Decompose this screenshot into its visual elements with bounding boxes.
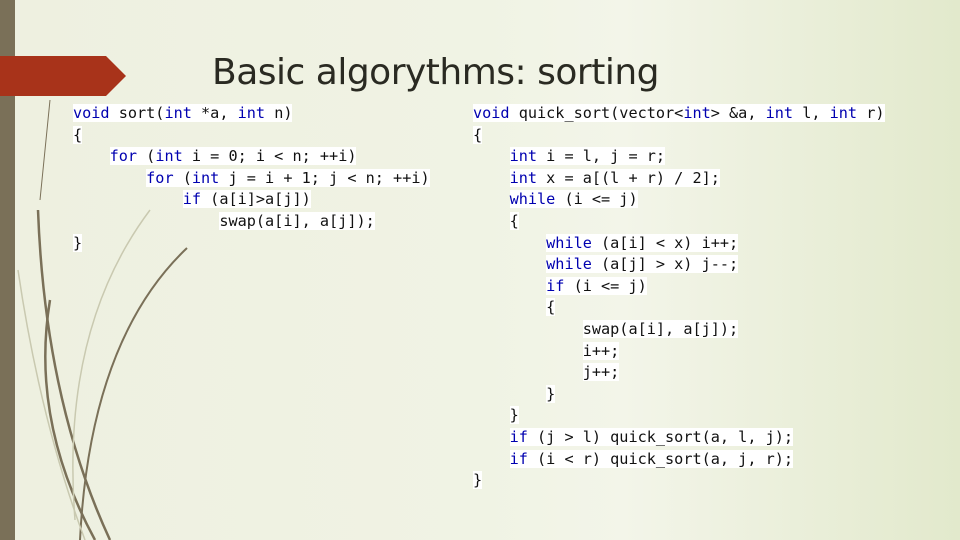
code-line: if (a[i]>a[j]) xyxy=(182,190,311,209)
code-line: void sort(int *a, int n) xyxy=(73,104,293,122)
code-line: while (a[j] > x) j--; xyxy=(546,255,739,274)
code-line: for (int j = i + 1; j < n; ++i) xyxy=(146,168,430,187)
code-line: { xyxy=(473,125,483,144)
code-line: { xyxy=(509,211,519,230)
code-line: i++; xyxy=(582,341,620,360)
quick-sort-code-block: void quick_sort(vector<int> &a, int l, i… xyxy=(473,103,885,492)
code-line: if (i < r) quick_sort(a, j, r); xyxy=(509,449,794,468)
slide-title: Basic algorythms: sorting xyxy=(212,52,660,93)
code-line: j++; xyxy=(582,363,620,382)
code-line: swap(a[i], a[j]); xyxy=(582,319,739,338)
code-line: if (j > l) quick_sort(a, l, j); xyxy=(509,427,794,446)
code-line: int x = a[(l + r) / 2]; xyxy=(509,168,720,187)
title-arrow-tag xyxy=(0,56,126,96)
bubble-sort-code-block: void sort(int *a, int n) { for (int i = … xyxy=(73,103,430,254)
code-line: for (int i = 0; i < n; ++i) xyxy=(109,147,357,166)
code-line: } xyxy=(473,471,483,490)
code-line: swap(a[i], a[j]); xyxy=(219,211,375,230)
code-line: int i = l, j = r; xyxy=(509,147,666,166)
code-line: while (i <= j) xyxy=(509,190,638,209)
code-line: while (a[i] < x) i++; xyxy=(546,233,739,252)
code-line: { xyxy=(73,125,83,144)
code-line: void quick_sort(vector<int> &a, int l, i… xyxy=(473,104,885,122)
code-line: if (i <= j) xyxy=(546,276,647,295)
code-line: } xyxy=(509,406,519,425)
code-line: } xyxy=(73,233,83,252)
code-line: } xyxy=(546,384,556,403)
code-line: { xyxy=(546,298,556,317)
